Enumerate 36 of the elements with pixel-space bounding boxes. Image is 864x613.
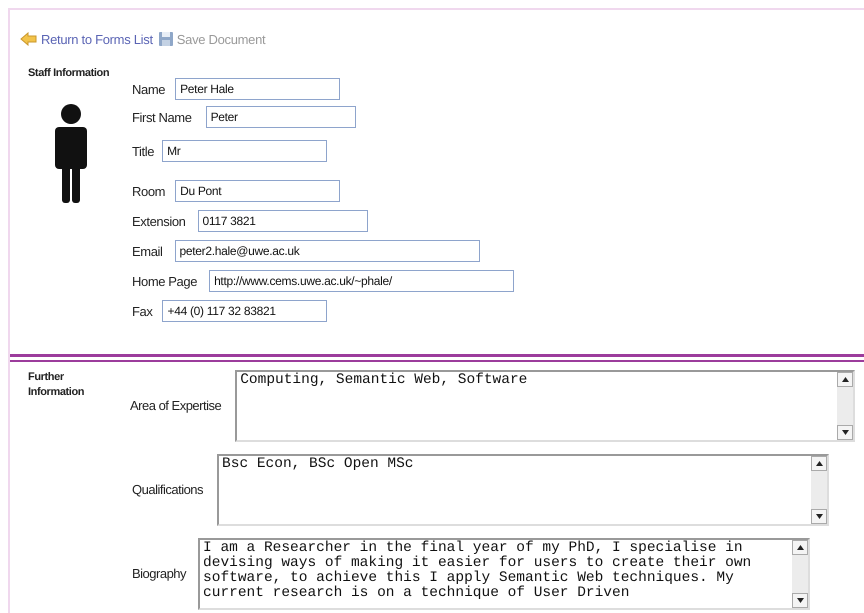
input-field[interactable]: +44 (0) 117 32 83821 bbox=[162, 300, 328, 322]
back-arrow-icon bbox=[20, 32, 38, 46]
field-label: Home Page bbox=[132, 274, 198, 288]
text-area[interactable]: Computing, Semantic Web, Software bbox=[235, 370, 856, 442]
person-icon bbox=[53, 103, 89, 205]
input-field[interactable]: Mr bbox=[162, 140, 328, 162]
input-field[interactable]: peter2.hale@uwe.ac.uk bbox=[174, 240, 480, 262]
input-field[interactable]: Du Pont bbox=[175, 180, 340, 202]
scrollbar[interactable] bbox=[792, 540, 808, 608]
text-area[interactable]: Bsc Econ, BSc Open MSc bbox=[217, 454, 830, 526]
field-label: First Name bbox=[132, 110, 192, 124]
scroll-up-icon bbox=[816, 461, 823, 466]
input-field[interactable]: http://www.cems.uwe.ac.uk/~phale/ bbox=[209, 270, 514, 292]
text-area[interactable]: I am a Researcher in the final year of my PhD, I specialise in devising ways of making it easier for users to create their own software, to achieve this I apply Semantic Web techniques. My current research is on a technique of User Driven bbox=[198, 538, 810, 610]
field-label: Qualifications bbox=[132, 482, 204, 498]
input-field[interactable]: Peter Hale bbox=[175, 78, 340, 100]
field-label: Biography bbox=[132, 566, 186, 582]
scroll-down-icon bbox=[816, 514, 823, 519]
scrollbar[interactable] bbox=[811, 456, 828, 524]
field-label: Room bbox=[132, 184, 166, 198]
field-label: Title bbox=[132, 144, 154, 158]
scroll-down-icon bbox=[842, 430, 849, 435]
input-field[interactable]: 0117 3821 bbox=[198, 210, 368, 232]
scroll-up-icon bbox=[842, 377, 849, 382]
field-label: Area of Expertise bbox=[130, 398, 222, 414]
scrollbar[interactable] bbox=[837, 372, 854, 440]
input-field[interactable]: Peter bbox=[206, 106, 356, 128]
return-link[interactable]: Return to Forms List bbox=[41, 32, 153, 46]
section-title: Staff Information bbox=[28, 66, 110, 81]
scroll-down-icon bbox=[796, 598, 804, 603]
scroll-up-icon bbox=[796, 545, 804, 550]
field-label: Email bbox=[132, 244, 163, 258]
field-label: Fax bbox=[132, 304, 152, 318]
section-title: Further Information bbox=[28, 370, 86, 400]
field-label: Name bbox=[132, 82, 166, 96]
field-label: Extension bbox=[132, 214, 186, 228]
